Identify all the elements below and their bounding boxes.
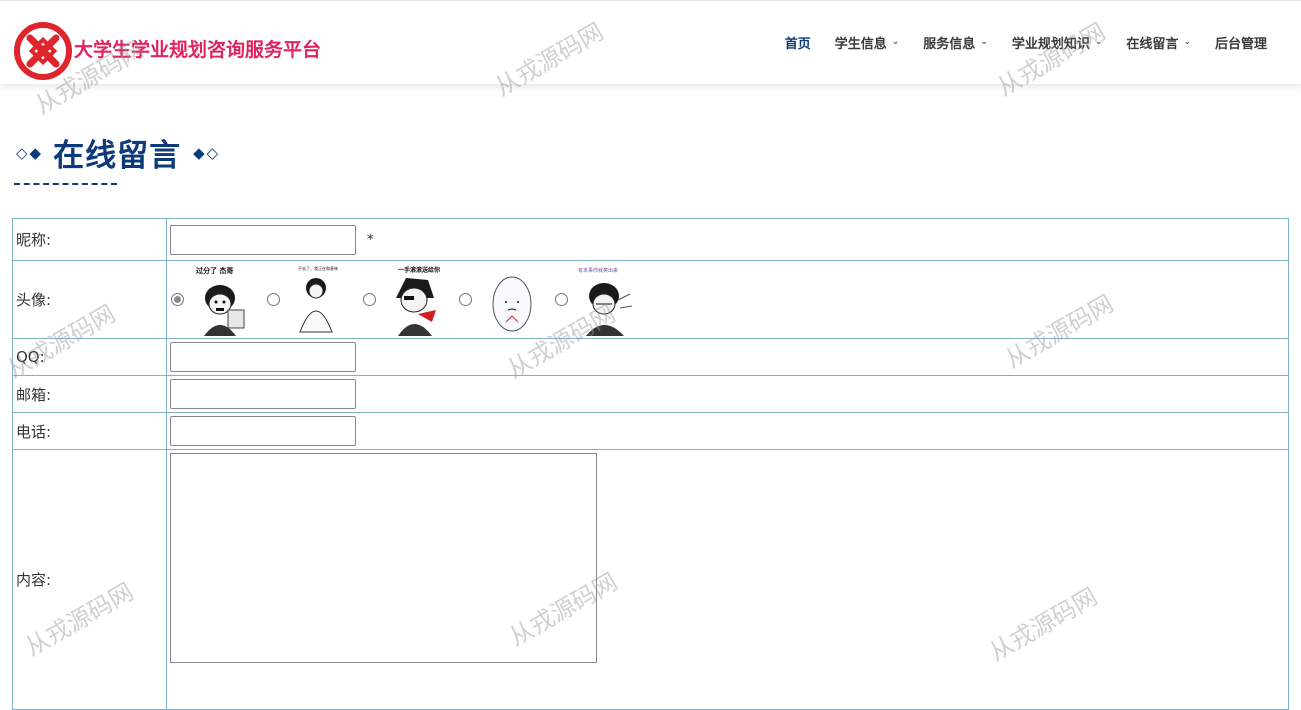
- site-title[interactable]: 大学生学业规划咨询服务平台: [74, 35, 321, 62]
- title-left-decoration: ◇◆: [16, 143, 44, 162]
- nav-home-label: 首页: [784, 37, 811, 52]
- avatar-image[interactable]: 一手滚滚送给你: [382, 264, 452, 336]
- avatar-options: 过分了 杰哥 不去了，我正在和意林 一手滚滚送给你 有本事你就笑出来: [170, 264, 1285, 336]
- phone-cell: [166, 412, 1289, 450]
- content-label: 内容:: [12, 449, 167, 710]
- avatar-radio[interactable]: [459, 293, 472, 306]
- nav-student-info[interactable]: 学生信息 ⌄: [823, 33, 912, 53]
- content-cell: [166, 449, 1289, 710]
- page-title: ◇◆ 在线留言 ◆◇: [16, 130, 220, 175]
- avatar-radio[interactable]: [363, 293, 376, 306]
- chevron-down-icon: ⌄: [1094, 36, 1103, 47]
- avatar-option[interactable]: [458, 264, 548, 336]
- avatar-image[interactable]: 过分了 杰哥: [190, 264, 260, 336]
- avatar-option[interactable]: 有本事你就笑出来: [554, 264, 644, 336]
- title-right-decoration: ◆◇: [193, 143, 221, 162]
- nickname-label: 昵称:: [12, 218, 167, 261]
- qq-input[interactable]: [170, 342, 356, 372]
- chevron-down-icon: ⌄: [980, 36, 988, 47]
- content-textarea[interactable]: [170, 453, 597, 663]
- message-form: 昵称: * 头像: 过分了 杰哥 不去了，我正在和意林 一手滚滚送给你 有本事你…: [12, 218, 1289, 710]
- avatar-caption: 过分了 杰哥: [196, 266, 233, 275]
- form-row-nickname: 昵称: *: [12, 218, 1289, 261]
- avatar-radio[interactable]: [267, 293, 280, 306]
- nav-admin[interactable]: 后台管理: [1203, 33, 1279, 52]
- chevron-down-icon: ⌄: [891, 36, 900, 47]
- email-input[interactable]: [170, 379, 356, 409]
- email-cell: [166, 375, 1289, 413]
- avatar-option[interactable]: 不去了，我正在和意林: [266, 264, 356, 336]
- avatar-cell: 过分了 杰哥 不去了，我正在和意林 一手滚滚送给你 有本事你就笑出来: [166, 260, 1289, 339]
- form-row-avatar: 头像: 过分了 杰哥 不去了，我正在和意林 一手滚滚送给你 有本事你就笑出来: [12, 260, 1289, 339]
- qq-label: QQ:: [12, 338, 167, 376]
- nav-admin-label: 后台管理: [1214, 37, 1267, 52]
- avatar-option[interactable]: 一手滚滚送给你: [362, 264, 452, 336]
- page-title-text: 在线留言: [53, 138, 182, 174]
- form-row-content: 内容:: [12, 449, 1289, 710]
- form-row-email: 邮箱:: [12, 375, 1289, 413]
- qq-cell: [166, 338, 1289, 376]
- title-underline: [14, 183, 117, 185]
- avatar-caption: 不去了，我正在和意林: [298, 265, 338, 271]
- nav-service-info-label: 服务信息: [923, 37, 976, 52]
- nav-online-message[interactable]: 在线留言 ⌄: [1114, 33, 1203, 53]
- avatar-image[interactable]: 有本事你就笑出来: [574, 264, 644, 336]
- form-row-phone: 电话:: [12, 412, 1289, 450]
- nav-student-info-label: 学生信息: [834, 37, 887, 52]
- avatar-caption: 有本事你就笑出来: [578, 267, 618, 274]
- avatar-image[interactable]: 不去了，我正在和意林: [286, 264, 356, 336]
- avatar-caption: 一手滚滚送给你: [398, 266, 440, 274]
- nav-online-message-label: 在线留言: [1126, 37, 1179, 52]
- chevron-down-icon: ⌄: [1183, 36, 1191, 47]
- nav-home[interactable]: 首页: [773, 33, 823, 52]
- main-nav: 首页 学生信息 ⌄ 服务信息 ⌄ 学业规划知识 ⌄ 在线留言 ⌄ 后台管理: [773, 33, 1279, 53]
- nickname-cell: *: [166, 218, 1289, 261]
- nav-planning-knowledge[interactable]: 学业规划知识 ⌄: [1000, 33, 1115, 53]
- nickname-input[interactable]: [170, 224, 356, 255]
- site-header: 大学生学业规划咨询服务平台 首页 学生信息 ⌄ 服务信息 ⌄ 学业规划知识 ⌄ …: [0, 0, 1301, 84]
- avatar-option[interactable]: 过分了 杰哥: [170, 264, 260, 336]
- logo-icon[interactable]: [13, 21, 73, 81]
- nav-planning-knowledge-label: 学业规划知识: [1011, 37, 1090, 52]
- avatar-label: 头像:: [12, 260, 167, 339]
- form-row-qq: QQ:: [12, 338, 1289, 376]
- email-label: 邮箱:: [12, 375, 167, 413]
- nav-service-info[interactable]: 服务信息 ⌄: [911, 33, 1000, 53]
- avatar-image[interactable]: [478, 264, 548, 336]
- phone-label: 电话:: [12, 412, 167, 450]
- phone-input[interactable]: [170, 416, 356, 446]
- required-mark: *: [366, 231, 374, 248]
- avatar-radio[interactable]: [555, 293, 568, 306]
- avatar-radio[interactable]: [171, 293, 184, 306]
